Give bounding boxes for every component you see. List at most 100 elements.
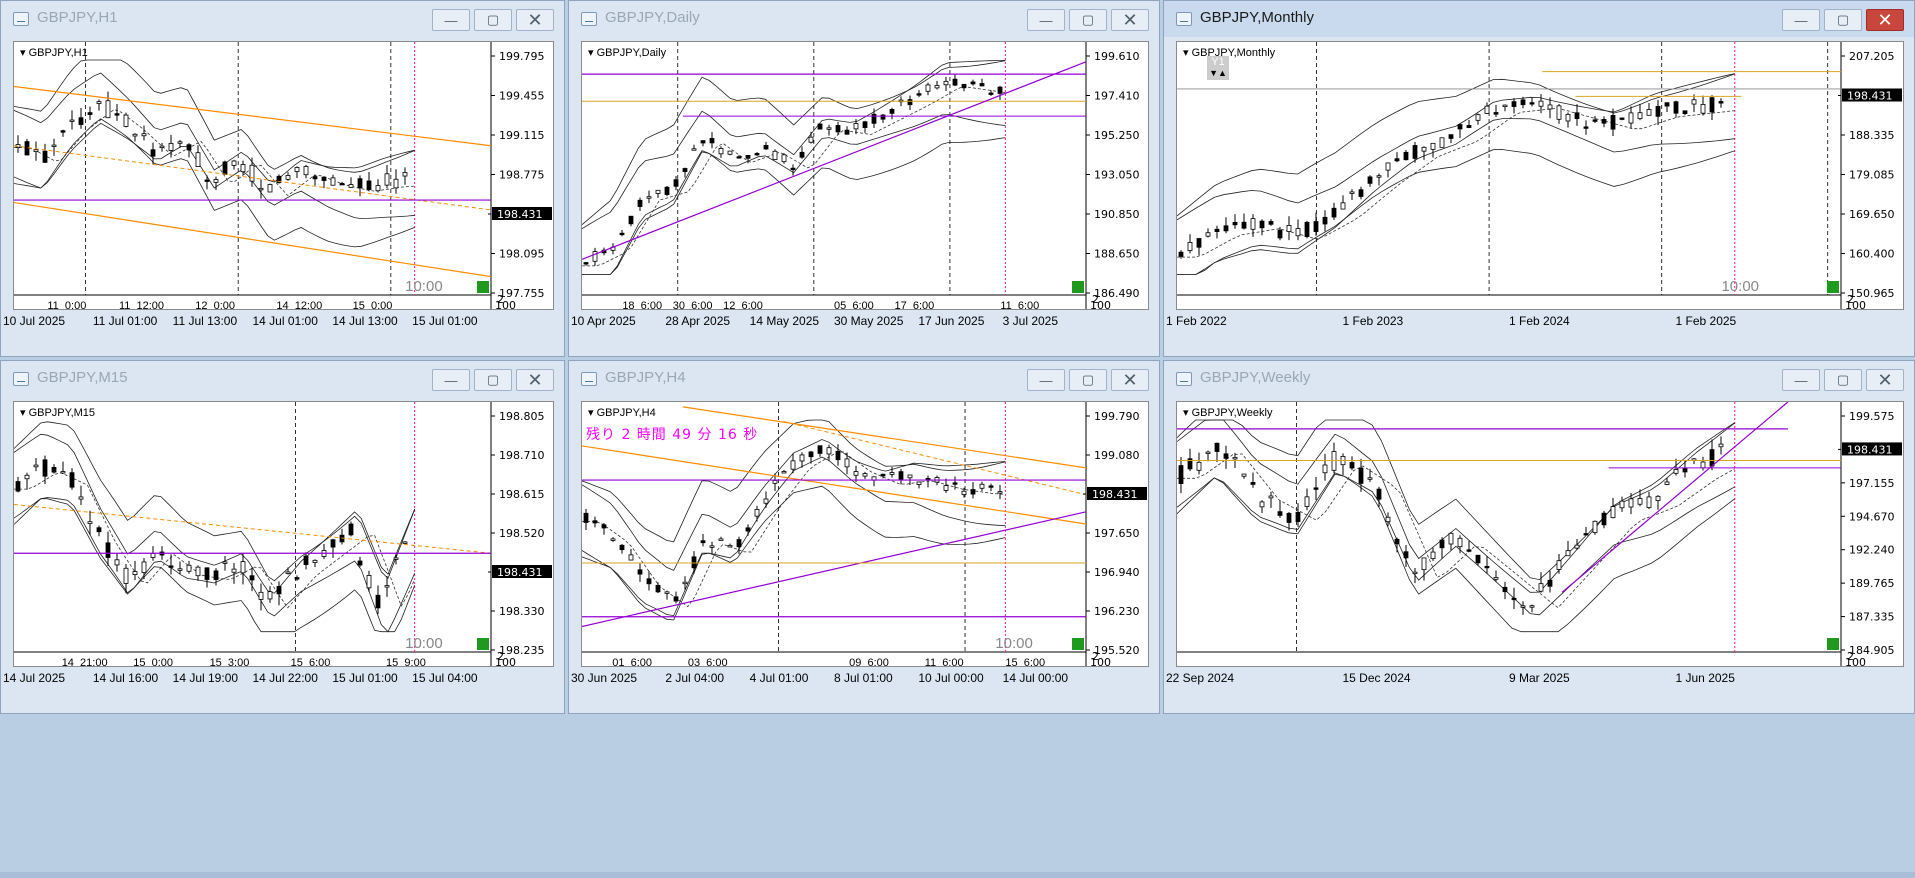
- chart-symbol-label[interactable]: ▾ GBPJPY,Monthly: [1183, 46, 1275, 59]
- minimize-icon[interactable]: —: [432, 369, 470, 391]
- candle-body: [1493, 112, 1499, 115]
- candle-body: [826, 127, 832, 130]
- close-icon[interactable]: ✕: [1111, 369, 1149, 391]
- chart-symbol-label[interactable]: ▾ GBPJPY,Weekly: [1183, 406, 1272, 419]
- window-titlebar[interactable]: GBPJPY,Weekly — ▢ ✕: [1164, 361, 1914, 397]
- close-icon[interactable]: ✕: [516, 9, 554, 31]
- chart-window-h4[interactable]: GBPJPY,H4 — ▢ ✕ 199.790 199.080 198.431 197.650…: [568, 360, 1160, 714]
- candle-body: [916, 481, 922, 485]
- candle-body: [790, 460, 796, 470]
- minimize-icon[interactable]: —: [432, 9, 470, 31]
- candle-body: [204, 179, 210, 182]
- candle-body: [1457, 537, 1463, 548]
- date-axis-label: 28 Apr 2025: [665, 314, 731, 328]
- dropdown-icon: ▾: [588, 47, 597, 59]
- window-titlebar[interactable]: GBPJPY,Daily — ▢ ✕: [569, 1, 1159, 37]
- minimize-icon[interactable]: —: [1782, 369, 1820, 391]
- chart-symbol-label[interactable]: ▾ GBPJPY,H1: [20, 46, 88, 59]
- candle-body: [799, 151, 805, 158]
- window-controls: — ▢ ✕: [432, 369, 554, 391]
- chart-canvas[interactable]: 198.805 198.710 198.615 198.520 198.431 198.3…: [13, 401, 554, 667]
- window-titlebar[interactable]: GBPJPY,M15 — ▢ ✕: [1, 361, 564, 397]
- candle-body: [87, 112, 93, 115]
- chart-window-h1[interactable]: GBPJPY,H1 — ▢ ✕ 199.795 199.455 199.115 198.775…: [0, 0, 565, 357]
- candle-body: [1466, 549, 1472, 552]
- minimize-icon[interactable]: —: [1027, 369, 1065, 391]
- close-icon[interactable]: ✕: [1866, 369, 1904, 391]
- candle-body: [709, 138, 715, 144]
- window-titlebar[interactable]: GBPJPY,Monthly — ▢ ✕: [1164, 1, 1914, 37]
- window-titlebar[interactable]: GBPJPY,H1 — ▢ ✕: [1, 1, 564, 37]
- candle-body: [123, 567, 129, 584]
- chart-window-m15[interactable]: GBPJPY,M15 — ▢ ✕ 198.805 198.710 198.615 198.52…: [0, 360, 565, 714]
- close-icon[interactable]: ✕: [516, 369, 554, 391]
- date-axis-label: 30 Jun 2025: [571, 671, 638, 685]
- candle-body: [1448, 134, 1454, 139]
- candle-body: [1484, 105, 1490, 114]
- chart-canvas[interactable]: 207.205 198.431 188.335 179.085 169.650 160.4…: [1176, 41, 1904, 310]
- window-titlebar[interactable]: GBPJPY,H4 — ▢ ✕: [569, 361, 1159, 397]
- chart-window-weekly[interactable]: GBPJPY,Weekly — ▢ ✕ 199.575 198.431 197.155 194…: [1163, 360, 1915, 714]
- candle-body: [96, 527, 102, 533]
- candle-body: [1556, 105, 1562, 120]
- candle-body: [970, 81, 976, 85]
- maximize-icon[interactable]: ▢: [1069, 369, 1107, 391]
- period-badge[interactable]: Y1 ▼▲: [1207, 56, 1229, 80]
- candle-body: [619, 544, 625, 551]
- candle-body: [592, 251, 598, 262]
- minimize-icon[interactable]: —: [1027, 9, 1065, 31]
- candle-body: [709, 545, 715, 548]
- price-axis-label: 188.335: [1849, 129, 1895, 142]
- maximize-icon[interactable]: ▢: [1824, 369, 1862, 391]
- trade-level-marker[interactable]: [1072, 281, 1084, 293]
- trade-level-marker[interactable]: [477, 638, 489, 650]
- candle-body: [673, 179, 679, 187]
- maximize-icon[interactable]: ▢: [1069, 9, 1107, 31]
- candle-body: [637, 569, 643, 575]
- trade-level-marker[interactable]: [1072, 638, 1084, 650]
- candle-body: [1259, 220, 1265, 229]
- price-axis-label: 190.850: [1094, 208, 1140, 221]
- trade-level-marker[interactable]: [1827, 281, 1839, 293]
- candle-body: [1232, 221, 1238, 226]
- chart-window-icon: [581, 372, 597, 386]
- trade-level-marker[interactable]: [1827, 638, 1839, 650]
- price-axis-label: 198.520: [499, 527, 545, 540]
- maximize-icon[interactable]: ▢: [474, 9, 512, 31]
- chart-canvas[interactable]: 199.795 199.455 199.115 198.775 198.431 198.0…: [13, 41, 554, 310]
- chart-window-daily[interactable]: GBPJPY,Daily — ▢ ✕ 199.610 197.410 195.250 193.…: [568, 0, 1160, 357]
- close-icon[interactable]: ✕: [1866, 9, 1904, 31]
- candle-body: [1610, 506, 1616, 519]
- trade-level-marker[interactable]: [477, 281, 489, 293]
- candle-body: [1547, 104, 1553, 110]
- chart-window-monthly[interactable]: GBPJPY,Monthly — ▢ ✕ 207.205 198.431 188.335 17…: [1163, 0, 1915, 357]
- candle-body: [141, 133, 147, 137]
- chart-canvas[interactable]: 199.610 197.410 195.250 193.050 190.850 188.6…: [581, 41, 1149, 310]
- chart-symbol-label[interactable]: ▾ GBPJPY,M15: [20, 406, 95, 419]
- candle-body: [862, 473, 868, 477]
- candle-body: [1403, 151, 1409, 161]
- candle-body: [159, 145, 165, 149]
- maximize-icon[interactable]: ▢: [474, 369, 512, 391]
- chart-canvas[interactable]: 199.790 199.080 198.431 197.650 196.940 196.2…: [581, 401, 1149, 667]
- chart-symbol-label[interactable]: ▾ GBPJPY,H4: [588, 406, 656, 419]
- candle-body: [33, 464, 39, 468]
- candle-body: [952, 482, 958, 485]
- chart-canvas[interactable]: 199.575 198.431 197.155 194.670 192.240 189.7…: [1176, 401, 1904, 667]
- candle-body: [285, 175, 291, 180]
- candle-body: [1331, 207, 1337, 218]
- candle-body: [1421, 557, 1427, 571]
- close-icon[interactable]: ✕: [1111, 9, 1149, 31]
- maximize-icon[interactable]: ▢: [1824, 9, 1862, 31]
- minimize-icon[interactable]: —: [1782, 9, 1820, 31]
- chart-symbol-label[interactable]: ▾ GBPJPY,Daily: [588, 46, 666, 59]
- candle-body: [637, 199, 643, 207]
- candle-body: [1574, 544, 1580, 549]
- candle-body: [934, 85, 940, 89]
- candle-body: [384, 585, 390, 588]
- window-controls: — ▢ ✕: [432, 9, 554, 31]
- candle-body: [1376, 488, 1382, 500]
- candle-body: [330, 539, 336, 548]
- candle-body: [303, 166, 309, 176]
- candle-body: [691, 556, 697, 569]
